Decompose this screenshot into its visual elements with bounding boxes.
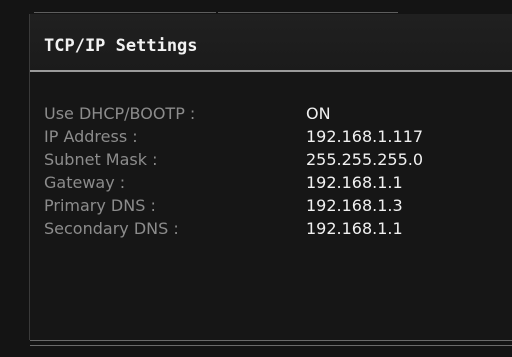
- panel-title: TCP/IP Settings: [44, 36, 198, 56]
- setting-label: Subnet Mask :: [44, 150, 158, 169]
- panel-header: TCP/IP Settings: [30, 14, 512, 70]
- setting-row-ip-address: IP Address : 192.168.1.117: [44, 125, 423, 148]
- setting-value: 192.168.1.1: [306, 219, 403, 238]
- setting-value: 192.168.1.1: [306, 173, 403, 192]
- setting-value: 192.168.1.3: [306, 196, 403, 215]
- top-tab-right: [218, 0, 398, 13]
- top-tab-left: [34, 0, 216, 13]
- setting-row-subnet-mask: Subnet Mask : 255.255.255.0: [44, 148, 423, 171]
- setting-value: 255.255.255.0: [306, 150, 424, 169]
- setting-label: Gateway :: [44, 173, 126, 192]
- setting-value: 192.168.1.117: [306, 127, 424, 146]
- setting-row-primary-dns: Primary DNS : 192.168.1.3: [44, 194, 423, 217]
- setting-row-gateway: Gateway : 192.168.1.1: [44, 171, 423, 194]
- setting-label: IP Address :: [44, 127, 138, 146]
- setting-value: ON: [306, 104, 331, 123]
- setting-label: Secondary DNS :: [44, 219, 179, 238]
- tcpip-settings-screen: TCP/IP Settings Use DHCP/BOOTP : ON IP A…: [0, 0, 512, 357]
- bottom-divider: [30, 340, 512, 341]
- bottom-divider: [30, 345, 512, 346]
- setting-row-secondary-dns: Secondary DNS : 192.168.1.1: [44, 217, 423, 240]
- setting-label: Primary DNS :: [44, 196, 156, 215]
- settings-list: Use DHCP/BOOTP : ON IP Address : 192.168…: [44, 102, 423, 240]
- setting-label: Use DHCP/BOOTP :: [44, 104, 196, 123]
- setting-row-dhcp: Use DHCP/BOOTP : ON: [44, 102, 423, 125]
